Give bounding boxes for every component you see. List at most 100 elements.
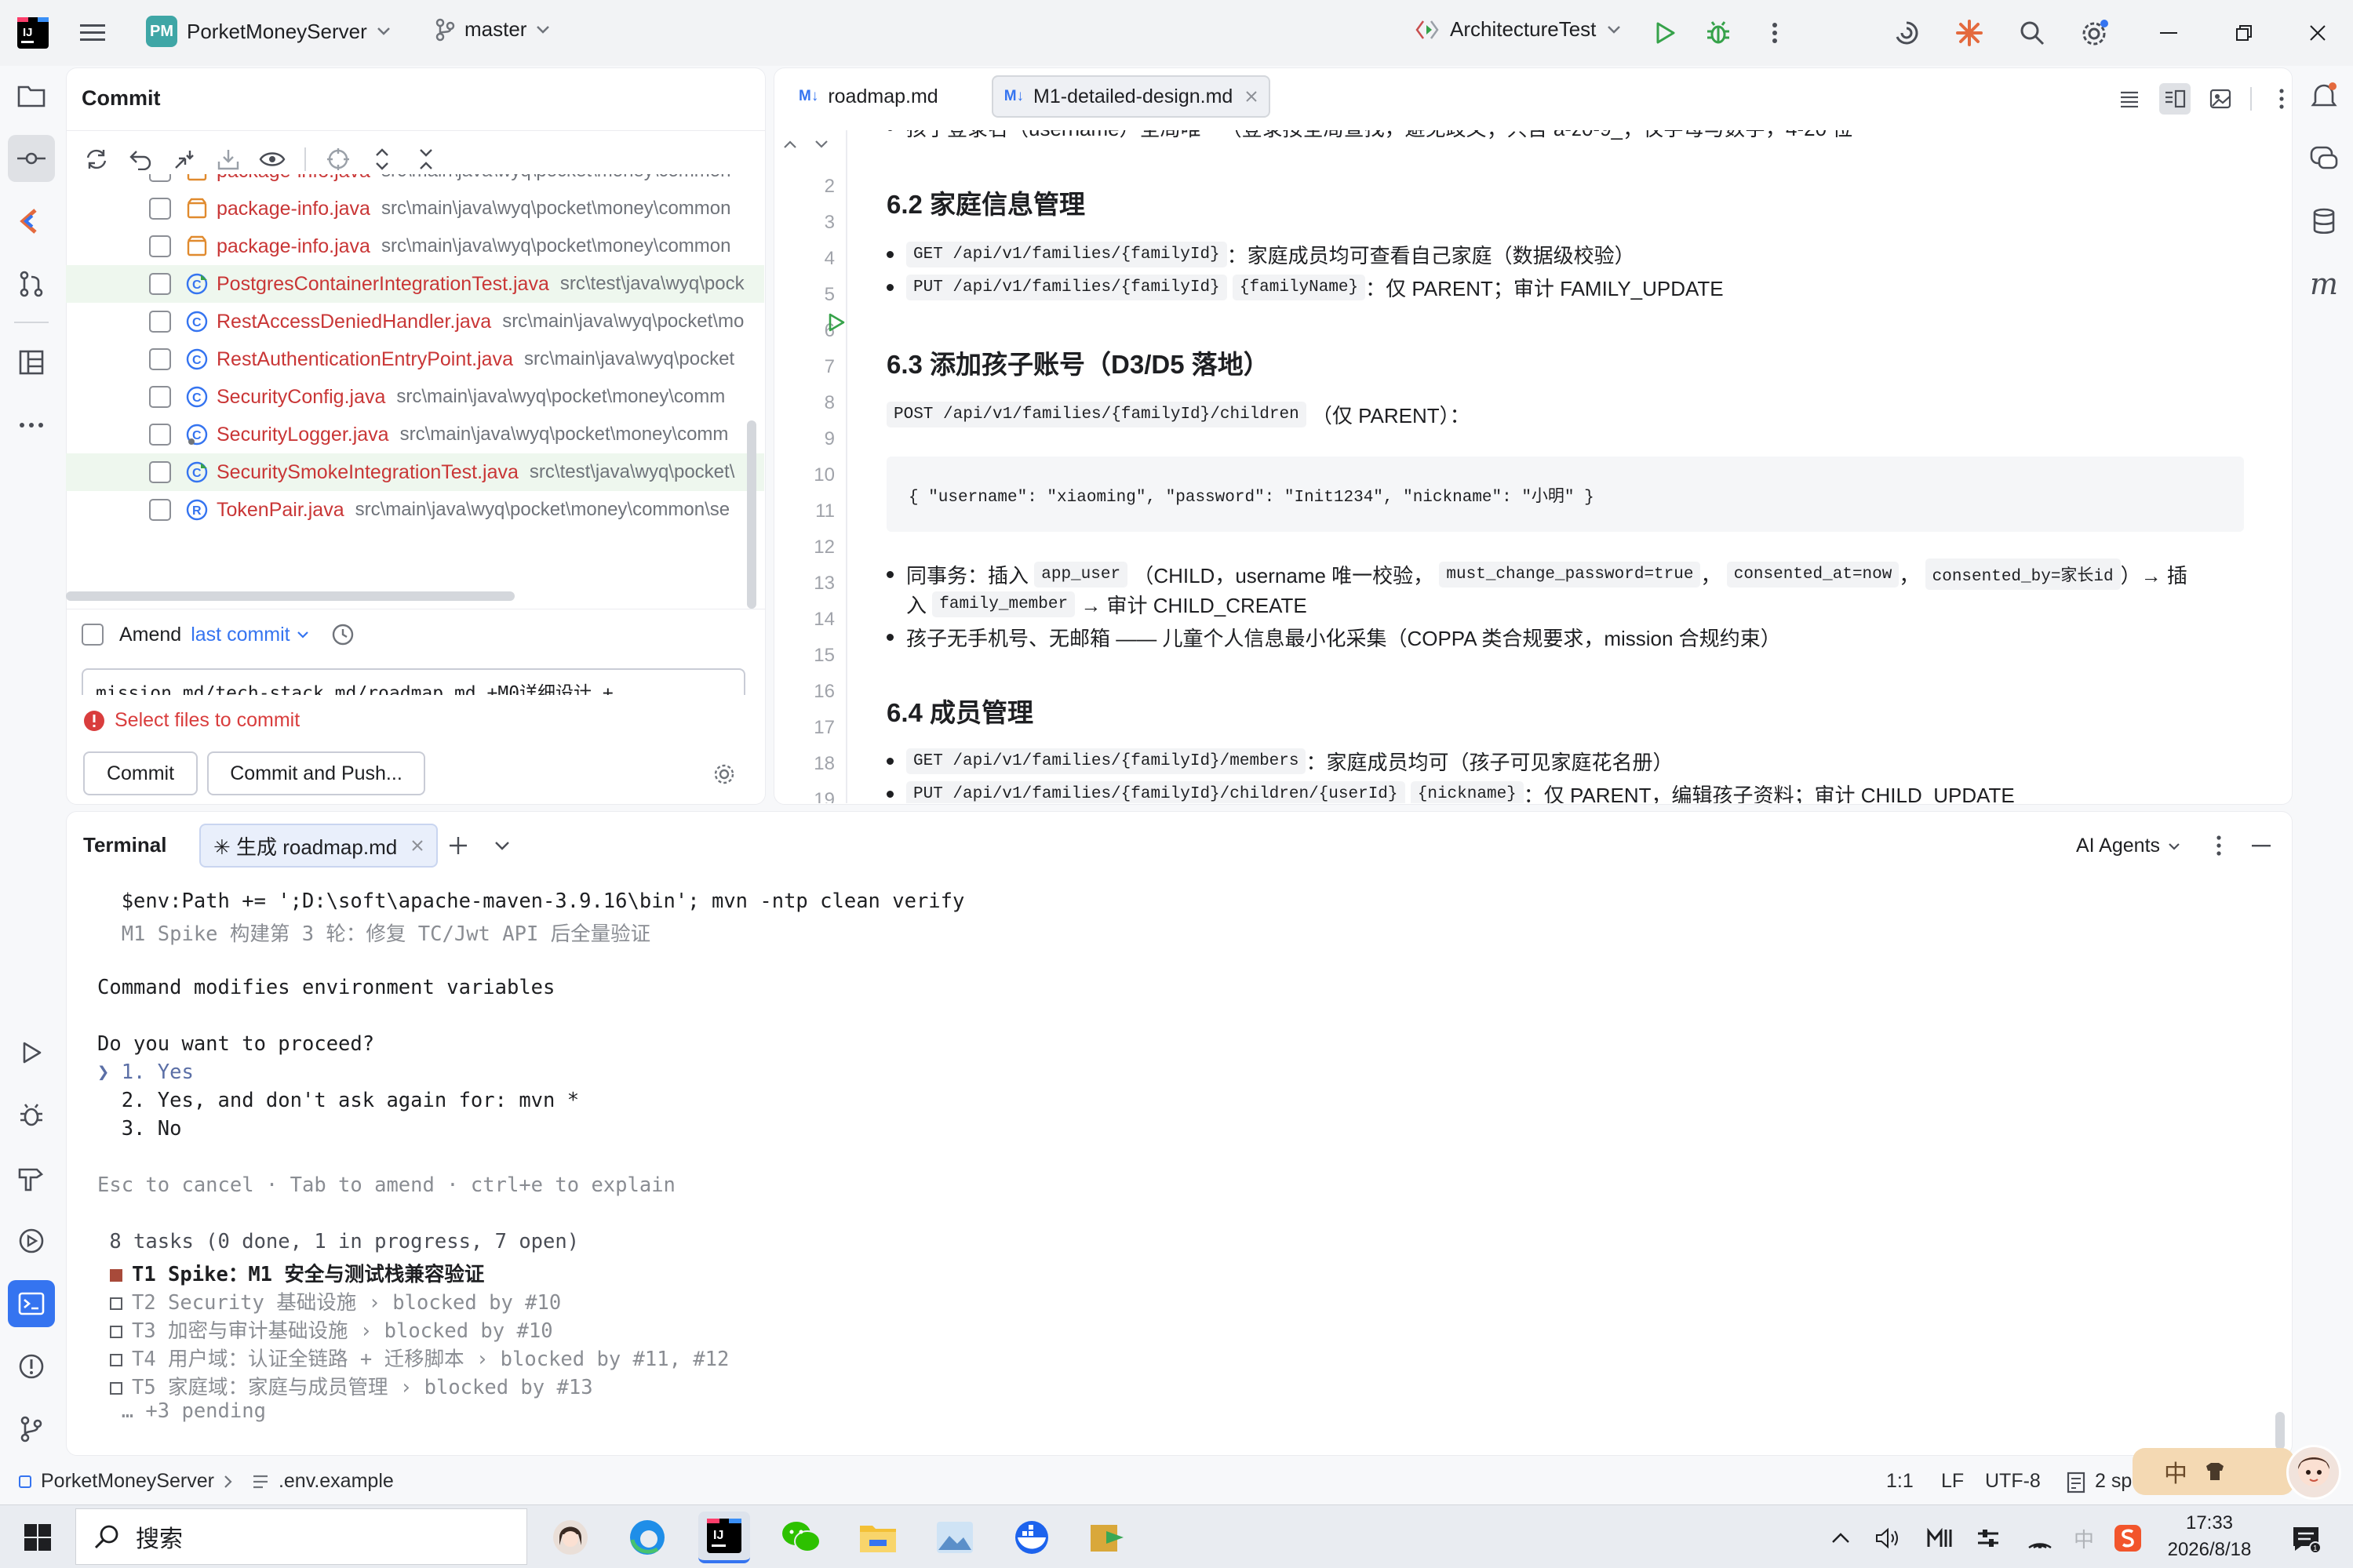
taskbar-intellij-icon[interactable]: IJ bbox=[698, 1512, 750, 1563]
close-window-icon[interactable] bbox=[2300, 16, 2335, 50]
changed-file-row[interactable]: package-info.java src\main\java\wyq\pocke… bbox=[66, 174, 764, 190]
terminal-scrollbar[interactable] bbox=[2275, 1412, 2285, 1450]
commit-button[interactable]: Commit bbox=[83, 751, 198, 795]
run-icon[interactable] bbox=[1648, 16, 1682, 50]
volume-icon[interactable] bbox=[1872, 1523, 1903, 1554]
commit-and-push-button[interactable]: Commit and Push... bbox=[207, 751, 425, 795]
chevron-down-icon[interactable] bbox=[814, 140, 829, 149]
changed-file-row[interactable]: C SecuritySmokeIntegrationTest.java src\te… bbox=[66, 453, 764, 491]
file-checkbox[interactable] bbox=[149, 386, 171, 408]
main-menu-icon[interactable] bbox=[75, 16, 110, 50]
taskbar-app-avatar-icon[interactable] bbox=[545, 1512, 596, 1563]
file-checkbox[interactable] bbox=[149, 174, 171, 182]
terminal-options-icon[interactable] bbox=[2203, 830, 2235, 861]
tray-settings-icon[interactable] bbox=[1972, 1523, 2004, 1554]
changed-file-row[interactable]: C RestAccessDeniedHandler.java src\main\ja… bbox=[66, 303, 764, 340]
amend-checkbox[interactable] bbox=[82, 624, 104, 646]
project-selector[interactable]: PM PorketMoneyServer bbox=[146, 16, 391, 47]
file-checkbox[interactable] bbox=[149, 461, 171, 483]
changed-file-row[interactable]: R TokenPair.java src\main\java\wyq\pocket\… bbox=[66, 491, 764, 529]
notifications-icon[interactable] bbox=[2300, 72, 2348, 119]
ime-widget[interactable]: 中 bbox=[2133, 1448, 2294, 1495]
terminal-tab[interactable]: ✳ 生成 roadmap.md bbox=[199, 824, 439, 868]
shelve-icon[interactable] bbox=[213, 144, 243, 174]
locate-icon[interactable] bbox=[323, 144, 353, 174]
editor-only-icon[interactable] bbox=[2114, 83, 2145, 115]
terminal-option[interactable]: 3. No bbox=[97, 1117, 182, 1141]
claude-icon[interactable] bbox=[1952, 16, 1987, 50]
file-list-scrollbar[interactable] bbox=[747, 420, 756, 609]
terminal-option[interactable]: 2. Yes, and don't ask again for: mvn * bbox=[97, 1089, 579, 1112]
commit-message-field[interactable]: mission.md/tech-stack.md/roadmap.md +M0详… bbox=[82, 668, 745, 695]
changed-file-row[interactable]: C RestAuthenticationEntryPoint.java src\ma… bbox=[66, 340, 764, 378]
file-checkbox[interactable] bbox=[149, 424, 171, 446]
show-hidden-icons-chevron-up-icon[interactable] bbox=[1825, 1523, 1856, 1554]
taskbar-clock[interactable]: 17:33 2026/8/18 bbox=[2162, 1510, 2256, 1563]
ime-avatar[interactable] bbox=[2286, 1445, 2341, 1500]
taskbar-file-explorer-icon[interactable] bbox=[852, 1512, 904, 1563]
ai-assistant-icon[interactable] bbox=[1889, 16, 1924, 50]
commit-options-gear-icon[interactable] bbox=[708, 758, 741, 791]
taskbar-image-viewer-icon[interactable] bbox=[929, 1512, 981, 1563]
commit-tool-icon[interactable] bbox=[8, 135, 55, 182]
sogou-ime-icon[interactable] bbox=[2112, 1523, 2144, 1554]
file-checkbox[interactable] bbox=[149, 235, 171, 257]
preview-diff-icon[interactable] bbox=[257, 144, 287, 174]
file-encoding[interactable]: UTF-8 bbox=[1985, 1470, 2041, 1493]
terminal-option-selected[interactable]: ❯ 1. Yes bbox=[97, 1060, 194, 1084]
ai-chat-icon[interactable] bbox=[2300, 135, 2348, 182]
chevron-down-icon[interactable] bbox=[486, 830, 518, 861]
taskbar-wechat-icon[interactable] bbox=[775, 1512, 827, 1563]
debug-tool-icon[interactable] bbox=[8, 1092, 55, 1139]
tray-app-icon[interactable] bbox=[1924, 1523, 1955, 1554]
new-terminal-plus-icon[interactable] bbox=[443, 830, 474, 861]
close-tab-icon[interactable] bbox=[1245, 90, 1258, 103]
close-tab-icon[interactable] bbox=[411, 839, 424, 852]
tab-m1-detailed-design[interactable]: M↓ M1-detailed-design.md bbox=[991, 75, 1271, 118]
hide-panel-icon[interactable] bbox=[2246, 830, 2277, 861]
notification-center-icon[interactable]: 1 bbox=[2286, 1519, 2326, 1559]
branch-selector[interactable]: master bbox=[435, 17, 550, 42]
run-gutter-icon[interactable] bbox=[827, 312, 846, 333]
preview-only-icon[interactable] bbox=[2205, 83, 2236, 115]
terminal-tool-icon[interactable] bbox=[8, 1280, 55, 1327]
structure-tool-icon[interactable] bbox=[8, 339, 55, 386]
build-tool-icon[interactable] bbox=[8, 1155, 55, 1202]
last-commit-link[interactable]: last commit bbox=[191, 624, 290, 646]
file-checkbox[interactable] bbox=[149, 273, 171, 295]
taskbar-app-arrow-icon[interactable] bbox=[1083, 1512, 1135, 1563]
services-tool-icon[interactable] bbox=[8, 1217, 55, 1264]
file-checkbox[interactable] bbox=[149, 311, 171, 333]
caret-position[interactable]: 1:1 bbox=[1886, 1470, 1914, 1493]
rollback-icon[interactable] bbox=[126, 144, 155, 174]
more-actions-icon[interactable] bbox=[1757, 16, 1792, 50]
changed-file-row[interactable]: C PostgresContainerIntegrationTest.java sr… bbox=[66, 265, 764, 303]
file-list-hscrollbar[interactable] bbox=[66, 591, 515, 601]
taskbar-docker-icon[interactable] bbox=[1006, 1512, 1058, 1563]
windows-start-icon[interactable] bbox=[14, 1516, 61, 1559]
intellij-logo-icon[interactable]: IJ bbox=[16, 16, 50, 50]
git-tool-icon[interactable] bbox=[8, 1406, 55, 1453]
database-icon[interactable] bbox=[2300, 198, 2348, 245]
chevron-up-icon[interactable] bbox=[783, 140, 797, 149]
search-icon[interactable] bbox=[2015, 16, 2049, 50]
more-tools-icon[interactable] bbox=[8, 402, 55, 449]
tab-roadmap[interactable]: M↓ roadmap.md bbox=[788, 75, 949, 118]
restore-icon[interactable] bbox=[2227, 16, 2261, 50]
run-config-selector[interactable]: ArchitectureTest bbox=[1415, 17, 1621, 42]
refresh-icon[interactable] bbox=[82, 144, 111, 174]
settings-gear-icon[interactable] bbox=[2078, 16, 2112, 50]
debug-icon[interactable] bbox=[1701, 16, 1736, 50]
line-separator[interactable]: LF bbox=[1941, 1470, 1964, 1493]
update-project-icon[interactable] bbox=[169, 144, 199, 174]
claude-code-tool-icon[interactable] bbox=[8, 198, 55, 245]
breadcrumb-project[interactable]: PorketMoneyServer bbox=[41, 1470, 214, 1493]
taskbar-search[interactable]: 搜索 bbox=[75, 1508, 527, 1565]
wifi-icon[interactable] bbox=[2024, 1523, 2056, 1554]
indent-setting[interactable]: 2 sp bbox=[2095, 1470, 2132, 1493]
changed-file-row[interactable]: package-info.java src\main\java\wyq\pocke… bbox=[66, 190, 764, 227]
expand-all-icon[interactable] bbox=[367, 144, 397, 174]
project-tool-icon[interactable] bbox=[8, 72, 55, 119]
ime-tray-icon[interactable]: 中 bbox=[2068, 1523, 2100, 1554]
collapse-all-icon[interactable] bbox=[411, 144, 441, 174]
